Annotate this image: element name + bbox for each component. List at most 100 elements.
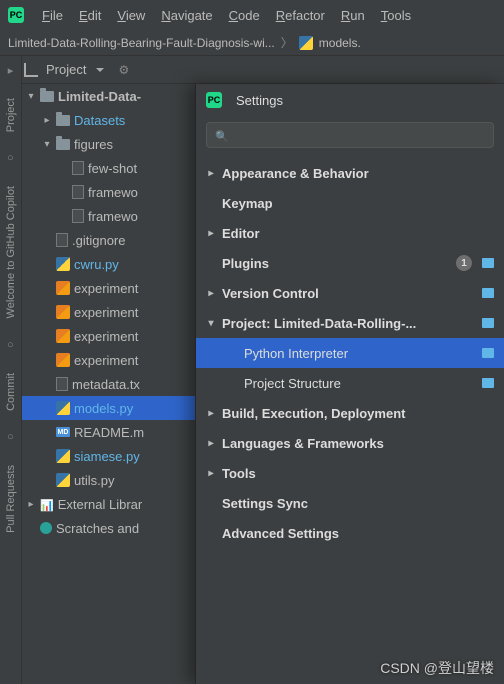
folder-icon [56,139,70,150]
side-tab-project[interactable]: Project [3,92,19,138]
settings-search[interactable] [206,122,494,148]
settings-item[interactable]: Settings Sync [196,488,504,518]
settings-item[interactable]: Appearance & Behavior [196,158,504,188]
md-icon: MD [56,427,70,437]
chevron-down-icon [206,318,216,329]
tree-label: framewo [88,209,138,224]
tree-label: cwru.py [74,257,119,272]
settings-label: Settings Sync [222,496,308,511]
chevron-right-icon[interactable] [42,115,52,126]
side-icon[interactable]: ○ [4,431,18,445]
tree-item[interactable]: experiment [22,348,222,372]
project-tree[interactable]: Limited-Data-Datasetsfigures few-shot fram… [22,84,222,684]
settings-item[interactable]: Advanced Settings [196,518,504,548]
settings-item[interactable]: Project Structure [196,368,504,398]
settings-title: Settings [236,93,283,108]
tree-item[interactable]: Scratches and [22,516,222,540]
tree-label: models.py [74,401,133,416]
tree-label: few-shot [88,161,137,176]
menu-edit[interactable]: Edit [71,4,109,27]
chevron-down-icon[interactable] [96,68,104,72]
settings-label: Tools [222,466,256,481]
chevron-right-icon: 〉 [281,34,293,51]
settings-item[interactable]: Build, Execution, Deployment [196,398,504,428]
menu-tools[interactable]: Tools [373,4,419,27]
settings-label: Project Structure [244,376,341,391]
settings-label: Project: Limited-Data-Rolling-... [222,316,416,331]
chevron-right-icon[interactable] [26,499,36,510]
settings-label: Plugins [222,256,269,271]
tree-label: README.m [74,425,144,440]
settings-item[interactable]: Project: Limited-Data-Rolling-... [196,308,504,338]
menu-file[interactable]: File [34,4,71,27]
tree-item[interactable]: External Librar [22,492,222,516]
tree-item[interactable]: utils.py [22,468,222,492]
tree-item[interactable]: experiment [22,300,222,324]
pyo-icon [56,305,70,319]
settings-label: Languages & Frameworks [222,436,384,451]
settings-item[interactable]: Keymap [196,188,504,218]
project-dropdown-label[interactable]: Project [46,62,86,77]
tree-item[interactable]: models.py [22,396,222,420]
lib-icon [40,497,54,512]
pycharm-icon: PC [8,7,24,23]
menu-run[interactable]: Run [333,4,373,27]
tree-item[interactable]: Limited-Data- [22,84,222,108]
chevron-down-icon[interactable] [42,139,52,150]
tree-label: External Librar [58,497,143,512]
py-icon [56,401,70,415]
settings-popup: PC Settings Appearance & BehaviorKeymapE… [195,84,504,684]
folder-icon [56,115,70,126]
settings-item[interactable]: Tools [196,458,504,488]
tree-item[interactable]: siamese.py [22,444,222,468]
settings-item[interactable]: Plugins1 [196,248,504,278]
chevron-right-icon [206,228,216,239]
tree-item[interactable]: cwru.py [22,252,222,276]
tree-item[interactable]: framewo [22,180,222,204]
settings-item[interactable]: Python Interpreter [196,338,504,368]
menu-refactor[interactable]: Refactor [268,4,333,27]
settings-tree[interactable]: Appearance & BehaviorKeymapEditorPlugins… [196,158,504,684]
side-icon[interactable]: ○ [4,152,18,166]
side-tab-welcome-to-github-copilot[interactable]: Welcome to GitHub Copilot [3,180,19,324]
py-icon [56,449,70,463]
pyo-icon [56,329,70,343]
current-project-icon [482,378,494,388]
gear-icon[interactable] [118,62,129,77]
tree-item[interactable]: experiment [22,324,222,348]
tree-item[interactable]: experiment [22,276,222,300]
menu-navigate[interactable]: Navigate [153,4,220,27]
watermark: CSDN @登山望楼 [380,658,494,678]
settings-label: Python Interpreter [244,346,348,361]
text-icon [72,161,84,175]
tree-item[interactable]: .gitignore [22,228,222,252]
menu-code[interactable]: Code [221,4,268,27]
project-icon [24,63,38,77]
tree-item[interactable]: few-shot [22,156,222,180]
breadcrumb: Limited-Data-Rolling-Bearing-Fault-Diagn… [0,30,504,56]
breadcrumb-project[interactable]: Limited-Data-Rolling-Bearing-Fault-Diagn… [8,36,275,50]
side-icon[interactable]: ○ [4,339,18,353]
text-icon [56,377,68,391]
tree-item[interactable]: Datasets [22,108,222,132]
tree-label: utils.py [74,473,114,488]
settings-search-input[interactable] [235,128,485,142]
settings-item[interactable]: Editor [196,218,504,248]
tree-item[interactable]: framewo [22,204,222,228]
tree-item[interactable]: figures [22,132,222,156]
chevron-down-icon[interactable] [26,91,36,102]
side-tab-pull-requests[interactable]: Pull Requests [3,459,19,539]
tree-item[interactable]: MD README.m [22,420,222,444]
side-icon[interactable]: ▸ [4,64,18,78]
menu-view[interactable]: View [109,4,153,27]
tree-label: framewo [88,185,138,200]
tree-label: experiment [74,305,138,320]
settings-item[interactable]: Languages & Frameworks [196,428,504,458]
side-tab-commit[interactable]: Commit [3,367,19,417]
pyo-icon [56,353,70,367]
text-icon [56,233,68,247]
settings-item[interactable]: Version Control [196,278,504,308]
pycharm-icon: PC [206,92,222,108]
tree-item[interactable]: metadata.tx [22,372,222,396]
breadcrumb-file[interactable]: models. [319,36,361,50]
